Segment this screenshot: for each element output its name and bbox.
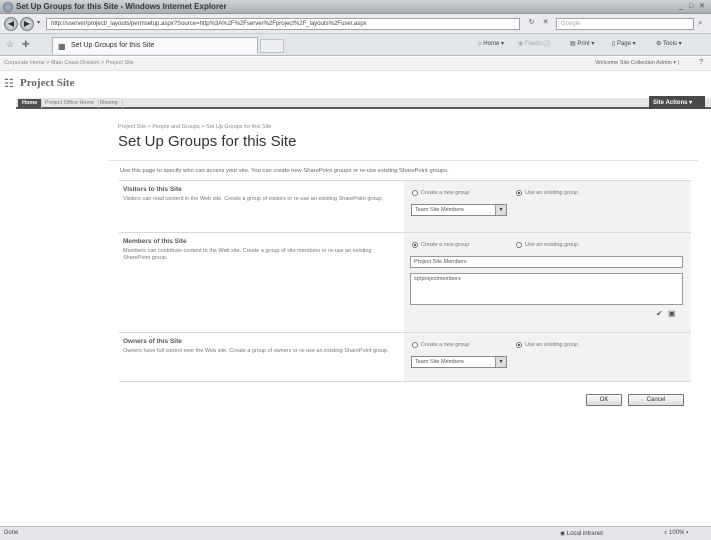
owners-controls: Create a new group Use an existing group… [404,333,691,381]
feeds-label: Feeds (J) [524,41,551,47]
welcome-label: Welcome Site Collection Admin [595,60,672,66]
chevron-down-icon[interactable]: ▾ [495,357,506,367]
visitors-group-value: Team Site Members [415,207,464,213]
members-section: Members of this Site Members can contrib… [119,232,691,332]
owners-create-label[interactable]: Create a new group [421,342,469,348]
owners-existing-label[interactable]: Use an existing group [525,342,578,348]
stop-icon[interactable]: ✕ [540,18,551,30]
help-icon[interactable]: ? [699,59,703,66]
security-zone: ◉ Local intranet [560,531,603,537]
page-favicon-icon: ▦ [58,42,66,51]
nav-tab-home[interactable]: Home [18,99,43,108]
favorites-star-icon[interactable]: ☆ [6,39,14,50]
members-existing-label[interactable]: Use an existing group [525,242,578,248]
nav-tab-project-office-home[interactable]: Project Office Home [41,99,100,108]
owners-create-radio[interactable] [412,342,418,348]
visitors-controls: Create a new group Use an existing group… [404,181,691,232]
members-heading: Members of this Site [123,238,187,245]
visitors-existing-radio[interactable] [516,190,522,196]
zoom-control[interactable]: ⌕ 100% ▾ [664,530,689,537]
chevron-down-icon[interactable]: ▾ [495,205,506,215]
page-title: Set Up Groups for this Site [118,133,297,150]
members-create-radio[interactable] [412,242,418,248]
search-icon[interactable]: ⌕ [698,18,702,28]
search-input[interactable]: Google [556,18,694,30]
print-button[interactable]: ▤ Print ▾ [570,40,594,47]
page-header: Project Site > People and Groups > Set U… [108,118,698,162]
window-title: Set Up Groups for this Site - Windows In… [16,2,227,11]
owners-group-value: Team Site Members [415,359,464,365]
members-create-label[interactable]: Create a new group [421,242,469,248]
tools-menu-button[interactable]: ⚙ Tools ▾ [656,40,682,47]
window-controls[interactable]: _ □ ✕ [679,2,707,10]
tab-title: Set Up Groups for this Site [71,42,155,49]
ok-button[interactable]: OK [586,394,622,406]
owners-section: Owners of this Site Owners have full con… [119,332,691,382]
owners-group-select[interactable]: Team Site Members ▾ [411,356,507,368]
site-header: ☷ Project Site [0,71,711,99]
members-info: Members of this Site Members can contrib… [119,233,404,332]
page-breadcrumb[interactable]: Project Site > People and Groups > Set U… [118,124,271,130]
welcome-menu[interactable]: Welcome Site Collection Admin ▾ | [595,60,679,66]
site-logo-icon: ☷ [4,78,14,90]
tools-label: Tools [662,41,677,47]
site-title[interactable]: Project Site [20,77,74,89]
tab-bar: ☆ ✚ ▦ Set Up Groups for this Site ⌂ Home… [0,34,711,56]
site-actions-label: Site Actions [653,100,688,106]
members-description: Members can contribute content to the We… [123,248,372,261]
history-dropdown-icon[interactable]: ▾ [37,19,40,26]
owners-info: Owners of this Site Owners have full con… [119,333,404,381]
visitors-existing-label[interactable]: Use an existing group [525,190,578,196]
status-bar: Done ◉ Local intranet ⌕ 100% ▾ [0,526,711,540]
visitors-section: Visitors to this Site Visitors can read … [119,180,691,232]
visitors-create-radio[interactable] [412,190,418,196]
check-names-icon[interactable]: ✔ [656,309,663,318]
url-input[interactable]: http://sserver/project/_layouts/permsetu… [46,18,520,30]
members-controls: Create a new group Use an existing group… [404,233,691,332]
feeds-button[interactable]: ◉ Feeds (J) [518,40,550,47]
home-button[interactable]: ⌂ Home ▾ [478,40,504,47]
print-label: Print [577,41,590,47]
visitors-heading: Visitors to this Site [123,186,182,193]
back-icon[interactable]: ◀ [4,17,18,31]
forward-icon[interactable]: ▶ [20,17,34,31]
tab-current[interactable]: ▦ Set Up Groups for this Site [52,37,258,54]
members-group-name-input[interactable]: Project Site Members [410,256,683,268]
ie-logo-icon [3,2,13,12]
owners-description: Owners have full control over the Web si… [123,348,389,354]
page-label: Page [616,41,631,47]
status-text: Done [4,530,19,536]
add-favorites-icon[interactable]: ✚ [22,39,30,50]
window-titlebar: Set Up Groups for this Site - Windows In… [0,0,711,14]
new-tab-button[interactable] [260,39,284,53]
members-users-input[interactable]: sp\projectmembers [410,273,683,305]
owners-heading: Owners of this Site [123,338,182,345]
page-intro: Use this page to specify who can access … [120,168,449,174]
global-breadcrumb-bar: Corporate Home > Main Coast Division > P… [0,57,711,71]
global-breadcrumb[interactable]: Corporate Home > Main Coast Division > P… [4,60,134,66]
nav-tab-moving[interactable]: Moving [96,99,123,108]
address-book-icon[interactable]: ▣ [668,309,676,318]
visitors-create-label[interactable]: Create a new group [421,190,469,196]
refresh-icon[interactable]: ↻ [526,18,537,30]
site-actions-menu[interactable]: Site Actions ▾ [649,96,705,109]
visitors-description: Visitors can read content in the Web sit… [123,196,383,202]
top-navigation: Home Project Office Home Moving Site Act… [16,96,711,109]
visitors-group-select[interactable]: Team Site Members ▾ [411,204,507,216]
zone-label: Local intranet [566,531,603,537]
members-existing-radio[interactable] [516,242,522,248]
owners-existing-radio[interactable] [516,342,522,348]
title-divider [108,160,698,161]
page-menu-button[interactable]: ▯ Page ▾ [612,40,636,47]
visitors-info: Visitors to this Site Visitors can read … [119,181,404,232]
zoom-label: 100% [669,530,685,536]
cancel-button[interactable]: Cancel [628,394,684,406]
home-label: Home [483,41,500,47]
address-bar: ◀ ▶ ▾ http://sserver/project/_layouts/pe… [0,14,711,34]
